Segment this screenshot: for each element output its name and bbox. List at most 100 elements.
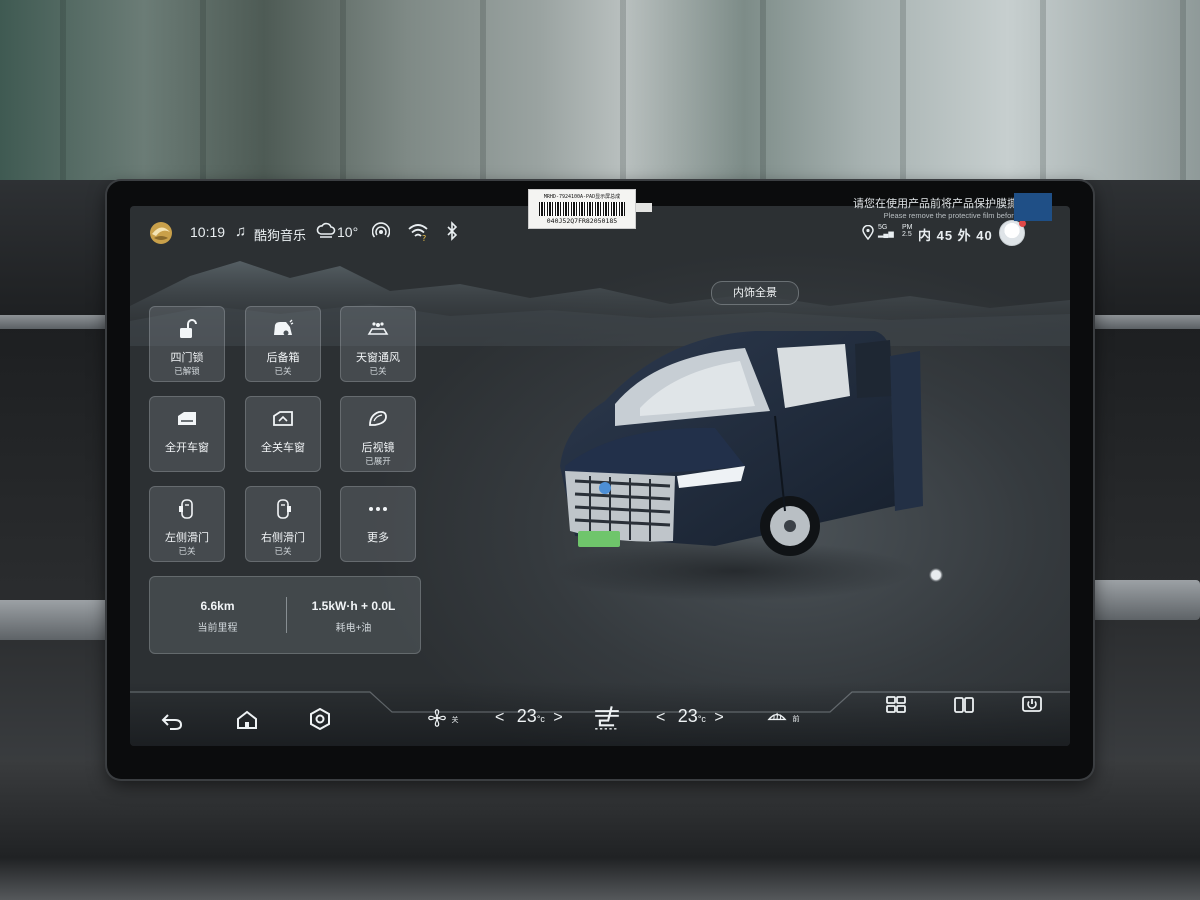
left-temp-unit: °c <box>536 714 545 724</box>
infotainment-screen: 10:19 ♫ 酷狗音乐 10° ? 5G ▂▄▆ PM 2.5 内 45 外 … <box>130 206 1070 746</box>
app-grid-icon <box>886 696 906 713</box>
protective-film-note-en: Please remove the protective film before… <box>883 211 1040 220</box>
tile-status: 已关 <box>369 366 387 376</box>
energy-label: 耗电+油 <box>335 623 372 634</box>
location-icon <box>862 225 874 240</box>
hotspot-dot[interactable] <box>929 568 943 582</box>
tile-label: 后视镜 <box>361 442 395 454</box>
protective-film-note-cn: 请您在使用产品前将产品保护膜撕掉！ <box>853 198 1040 210</box>
front-defrost-button[interactable]: 前 <box>766 708 799 726</box>
sticker-tab <box>634 203 652 212</box>
trip-info-card[interactable]: 6.6km 当前里程 1.5kW·h + 0.0L 耗电+油 <box>149 576 421 654</box>
tile-status: 已展开 <box>365 456 391 466</box>
fan-control[interactable]: 关 <box>427 708 458 728</box>
tile-close-all-windows[interactable]: 全关车窗 <box>245 396 321 472</box>
hexagon-settings-icon <box>310 707 330 731</box>
tile-label: 四门锁 <box>170 352 204 364</box>
outside-temperature: 10° <box>337 224 359 240</box>
dashboard-trim-left <box>0 600 110 640</box>
home-icon <box>237 710 257 729</box>
bluetooth-icon[interactable] <box>445 221 459 241</box>
fan-state: 关 <box>451 717 459 725</box>
left-sliding-door-icon <box>179 499 193 519</box>
power-screen-icon <box>1022 696 1042 712</box>
bottom-dock: 关 < 23°c > < 23°c > 前 <box>130 682 1070 746</box>
defrost-label: 前 <box>792 716 800 724</box>
split-screen-button[interactable] <box>952 694 976 721</box>
tile-label: 全开车窗 <box>165 442 209 454</box>
home-button[interactable] <box>235 709 259 736</box>
music-note-icon[interactable]: ♫ <box>235 223 246 240</box>
vehicle-3d-model[interactable] <box>545 316 925 606</box>
window-open-icon <box>178 412 196 425</box>
more-icon <box>369 507 387 511</box>
fan-icon <box>428 709 446 727</box>
mileage-value: 6.6km <box>200 599 235 613</box>
interior-panorama-button[interactable]: 内饰全景 <box>711 281 799 305</box>
back-button[interactable] <box>160 710 184 737</box>
right-sliding-door-icon <box>277 499 291 519</box>
energy-value: 1.5kW·h + 0.0L <box>311 599 396 613</box>
cloudy-weather-icon <box>316 222 336 238</box>
hotspot-icon[interactable] <box>372 222 390 240</box>
right-temp-control: < 23°c > <box>656 706 724 727</box>
music-app-label[interactable]: 酷狗音乐 <box>254 225 306 244</box>
barcode <box>539 202 625 216</box>
tile-status: 已解锁 <box>174 366 200 376</box>
mileage-column: 6.6km 当前里程 <box>150 599 285 634</box>
unlock-icon <box>180 319 197 338</box>
vehicle-settings-button[interactable] <box>308 707 332 735</box>
window-background <box>0 0 1200 190</box>
split-screen-icon <box>954 697 974 713</box>
signal-label: 5G <box>878 224 888 231</box>
film-pull-tab <box>1014 193 1052 221</box>
mileage-label: 当前里程 <box>197 623 238 634</box>
tile-left-sliding-door[interactable]: 左侧滑门 已关 <box>149 486 225 562</box>
screen-off-button[interactable] <box>1020 693 1044 720</box>
front-defrost-icon <box>767 712 787 721</box>
right-temp-unit: °c <box>697 714 706 724</box>
wifi-icon[interactable]: ? <box>407 222 429 242</box>
app-grid-button[interactable] <box>884 694 908 721</box>
tile-label: 天窗通风 <box>356 352 400 364</box>
user-avatar[interactable] <box>999 220 1026 246</box>
clock: 10:19 <box>190 224 226 240</box>
tile-right-sliding-door[interactable]: 右侧滑门 已关 <box>245 486 321 562</box>
tile-side-mirror[interactable]: 后视镜 已展开 <box>340 396 416 472</box>
pm25-indicator: PM 2.5 <box>902 224 913 238</box>
tile-label: 右侧滑门 <box>261 532 305 544</box>
energy-column: 1.5kW·h + 0.0L 耗电+油 <box>286 599 421 634</box>
sunroof-vent-icon <box>367 322 389 335</box>
back-icon <box>161 714 183 730</box>
pm-label: PM <box>902 224 913 231</box>
right-temp-up-button[interactable]: > <box>714 709 723 726</box>
svg-text:?: ? <box>422 234 426 242</box>
left-temp-value: 23 <box>516 706 537 726</box>
sticker-model: MRHD-7924100A-PAD显示屏总成 <box>543 194 621 200</box>
left-temp-down-button[interactable]: < <box>495 709 504 726</box>
tile-sunroof-vent[interactable]: 天窗通风 已关 <box>340 306 416 382</box>
tile-open-all-windows[interactable]: 全开车窗 <box>149 396 225 472</box>
right-temp-value: 23 <box>677 706 698 726</box>
seat-ventilation-icon <box>595 706 619 730</box>
tile-status: 已关 <box>274 546 292 556</box>
tile-label: 全关车窗 <box>261 442 305 454</box>
cellular-signal-icon: 5G ▂▄▆ <box>878 224 894 238</box>
air-quality-readout: 内 45 外 40 <box>918 228 993 243</box>
tile-more[interactable]: 更多 <box>340 486 416 562</box>
tile-label: 左侧滑门 <box>165 532 209 544</box>
tile-status: 已关 <box>274 366 292 376</box>
right-temp-down-button[interactable]: < <box>656 709 665 726</box>
trunk-icon <box>274 319 294 336</box>
tile-door-lock[interactable]: 四门锁 已解锁 <box>149 306 225 382</box>
brand-logo-icon[interactable] <box>148 220 174 246</box>
left-temp-up-button[interactable]: > <box>553 709 562 726</box>
serial-sticker: MRHD-7924100A-PAD显示屏总成 040J52Q7FR8205018… <box>528 189 636 229</box>
seat-climate-button[interactable] <box>592 704 622 735</box>
tile-status: 已关 <box>178 546 196 556</box>
sticker-serial: 040J52Q7FR82050185 <box>546 217 618 225</box>
tile-trunk[interactable]: 后备箱 已关 <box>245 306 321 382</box>
mirror-icon <box>369 410 387 426</box>
left-temp-control: < 23°c > <box>495 706 563 727</box>
protective-film-note: 请您在使用产品前将产品保护膜撕掉！ Please remove the prot… <box>825 195 1040 220</box>
